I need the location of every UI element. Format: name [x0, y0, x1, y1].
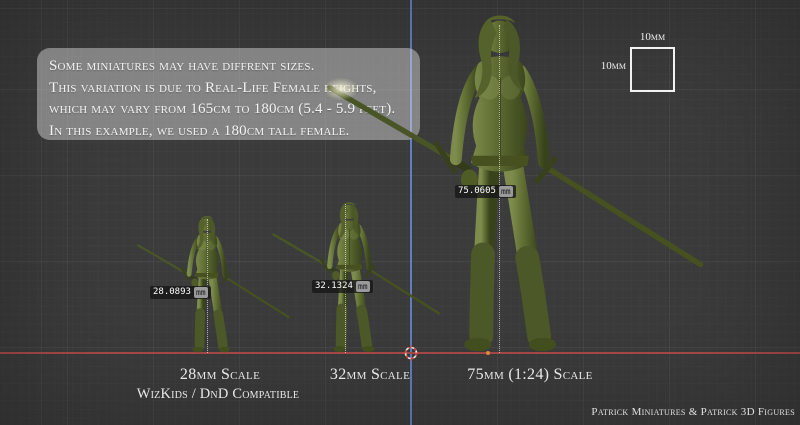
measure-unit-75mm: mm — [499, 186, 513, 197]
scale-label-28mm: 28mm Scale — [140, 366, 300, 384]
reference-square-10mm — [630, 47, 675, 92]
measure-line-32mm — [345, 204, 346, 353]
scale-label-32mm: 32mm Scale — [290, 366, 450, 384]
scale-sublabel-28mm: WizKids / DnD Compatible — [106, 386, 330, 403]
reference-square-side-label: 10mm — [592, 60, 626, 72]
measure-value-28mm: 28.0893 — [153, 287, 191, 298]
measure-unit-28mm: mm — [194, 287, 208, 298]
scale-label-75mm: 75mm (1:24) Scale — [438, 366, 622, 384]
footer-credit: Patrick Miniatures & Patrick 3D Figures — [591, 406, 795, 418]
measure-value-75mm: 75.0605 — [458, 186, 496, 197]
measure-label-32mm: 32.1324 mm — [312, 280, 373, 293]
measure-value-32mm: 32.1324 — [315, 281, 353, 292]
viewport-3d[interactable]: Some miniatures may have diffrent sizes.… — [0, 0, 800, 425]
measure-label-28mm: 28.0893 mm — [150, 286, 211, 299]
measure-unit-32mm: mm — [356, 281, 370, 292]
measure-label-75mm: 75.0605 mm — [455, 185, 516, 198]
reference-square-top-label: 10mm — [630, 31, 675, 43]
